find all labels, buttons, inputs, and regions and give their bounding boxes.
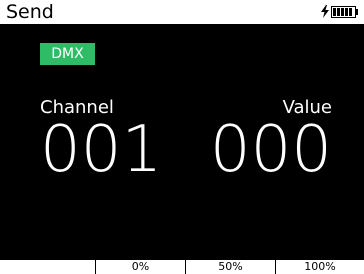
footer-item-50-percent[interactable]: 50% (186, 260, 275, 274)
footer-item-0-percent[interactable]: 0% (96, 260, 185, 274)
footer-item-100-percent[interactable]: 100% (276, 260, 364, 274)
status-indicators (321, 3, 358, 22)
footer-bar: 0% 50% 100% (0, 260, 364, 274)
footer-item-blank[interactable] (0, 260, 95, 274)
title-bar: Send (0, 0, 364, 24)
charging-bolt-icon (321, 3, 329, 22)
dmx-mode-badge[interactable]: DMX (40, 43, 95, 65)
screen-title: Send (6, 1, 54, 23)
value-number[interactable]: 000 (210, 114, 332, 186)
channel-number[interactable]: 001 (40, 114, 162, 186)
battery-icon (331, 6, 358, 18)
